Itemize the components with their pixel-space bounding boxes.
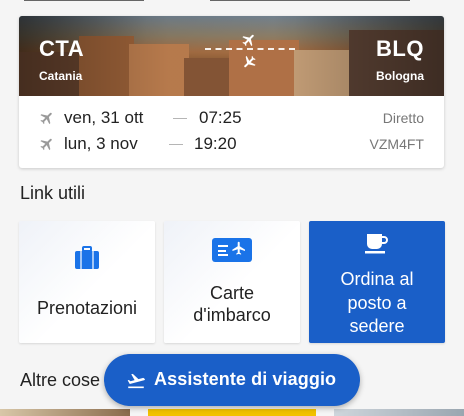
tile-bookings-label: Prenotazioni bbox=[36, 298, 138, 318]
travel-assistant-label: Assistente di viaggio bbox=[154, 369, 337, 389]
tile-order-to-seat[interactable]: Ordina al posto a sedere bbox=[309, 221, 445, 343]
tile-order-to-seat-label-line1: Ordina al bbox=[340, 269, 414, 289]
thumbnail[interactable] bbox=[148, 409, 316, 416]
thumbnail[interactable] bbox=[0, 409, 130, 416]
trip-details: ven, 31 ott 07:25 Diretto lun, 3 nov 19:… bbox=[19, 96, 444, 168]
outbound-time: 07:25 bbox=[199, 108, 242, 127]
airplane-outbound-icon bbox=[242, 34, 254, 47]
flight-type-label: Diretto bbox=[382, 110, 424, 126]
return-time: 19:20 bbox=[194, 134, 237, 153]
outbound-leg: ven, 31 ott 07:25 Diretto bbox=[19, 106, 444, 130]
return-leg: lun, 3 nov 19:20 VZM4FT bbox=[19, 132, 444, 156]
origin-code: CTA bbox=[39, 36, 85, 61]
tile-bookings[interactable]: Prenotazioni bbox=[19, 221, 155, 343]
airplane-takeoff-icon bbox=[40, 112, 52, 125]
cut-text-fragment bbox=[24, 0, 144, 1]
destination-city: Bologna bbox=[376, 69, 424, 83]
destination-code: BLQ bbox=[376, 36, 424, 61]
coffee-cup-icon bbox=[365, 234, 388, 254]
airplane-return-icon bbox=[244, 55, 256, 68]
tile-boarding-passes[interactable]: Carte d'imbarco bbox=[164, 221, 300, 343]
cut-text-fragment bbox=[210, 0, 410, 1]
tile-order-to-seat-label-line2: posto a bbox=[347, 293, 407, 313]
travel-assistant-button[interactable]: Assistente di viaggio bbox=[104, 354, 360, 406]
separator-dash bbox=[173, 118, 187, 119]
trip-banner-image: CTA Catania BLQ Bologna bbox=[19, 16, 444, 96]
airplane-landing-icon bbox=[40, 138, 52, 151]
origin-city: Catania bbox=[39, 69, 83, 83]
tile-order-to-seat-label-line3: sedere bbox=[349, 316, 405, 336]
plane-departure-icon bbox=[127, 373, 145, 389]
other-section-title: Altre cose bbox=[20, 370, 101, 390]
trip-card[interactable]: CTA Catania BLQ Bologna ven, 31 ott 07:2… bbox=[19, 16, 444, 168]
useful-links-tiles: Prenotazioni Carte d'imbarco Ordina al p… bbox=[19, 221, 445, 343]
thumbnail[interactable] bbox=[334, 409, 464, 416]
separator-dash bbox=[169, 144, 183, 145]
cut-off-text-line bbox=[0, 0, 464, 7]
booking-code: VZM4FT bbox=[369, 136, 424, 152]
return-date: lun, 3 nov bbox=[64, 134, 138, 153]
boarding-pass-icon bbox=[212, 238, 252, 262]
suitcase-icon bbox=[75, 246, 99, 269]
route-graphic bbox=[205, 30, 295, 80]
useful-links-title: Link utili bbox=[20, 183, 86, 203]
tile-boarding-passes-label-line2: d'imbarco bbox=[193, 305, 271, 325]
tile-boarding-passes-label-line1: Carte bbox=[209, 283, 254, 303]
tile-background bbox=[19, 221, 155, 343]
outbound-date: ven, 31 ott bbox=[64, 108, 144, 127]
other-section-thumbnails bbox=[0, 409, 464, 416]
route-dashed-line bbox=[205, 48, 295, 50]
